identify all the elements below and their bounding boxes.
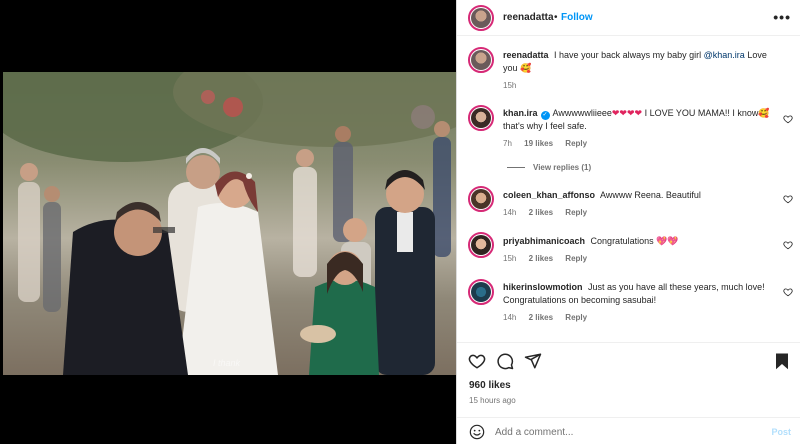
- comment-time[interactable]: 7h: [503, 139, 512, 148]
- caption-author-avatar[interactable]: [468, 47, 494, 73]
- comment-icon[interactable]: [496, 352, 514, 370]
- comment-text: hikerinslowmotion Just as you have all t…: [503, 281, 779, 307]
- comment-text: coleen_khan_affonso Awwww Reena. Beautif…: [503, 189, 779, 202]
- post-timestamp[interactable]: 15 hours ago: [469, 396, 516, 405]
- verified-badge-icon: ✓: [540, 111, 550, 120]
- view-replies-label: View replies (1): [533, 163, 592, 172]
- comment-likes[interactable]: 19 likes: [524, 139, 553, 148]
- comment-username[interactable]: priyabhimanicoach: [503, 236, 585, 246]
- media-overlay-caption: I thank: [213, 358, 241, 368]
- bookmark-icon[interactable]: [773, 352, 791, 370]
- comment-body: Congratulations: [590, 236, 654, 246]
- post-media: I thank: [0, 0, 456, 444]
- more-options-icon[interactable]: •••: [773, 9, 791, 25]
- add-comment-bar: Post: [457, 417, 800, 444]
- commenter-avatar[interactable]: [468, 105, 494, 131]
- comment-meta: 7h 19 likes Reply: [503, 139, 597, 148]
- comment-hearts: ❤❤❤❤: [611, 108, 643, 118]
- comment-likes[interactable]: 2 likes: [529, 313, 553, 322]
- reply-button[interactable]: Reply: [565, 313, 587, 322]
- author-avatar[interactable]: [468, 5, 494, 31]
- post-actions: 960 likes 15 hours ago: [457, 342, 800, 412]
- reply-button[interactable]: Reply: [565, 254, 587, 263]
- caption-username[interactable]: reenadatta: [503, 50, 549, 60]
- comment-like-icon[interactable]: [783, 287, 793, 297]
- caption-meta: 15h: [503, 81, 526, 90]
- share-icon[interactable]: [524, 352, 542, 370]
- caption-body: I have your back always my baby girl: [554, 50, 702, 60]
- comment-like-icon[interactable]: [783, 240, 793, 250]
- post-photo[interactable]: I thank: [3, 72, 456, 375]
- comment-time[interactable]: 14h: [503, 313, 516, 322]
- reply-button[interactable]: Reply: [565, 208, 587, 217]
- comment-body: Awwww Reena. Beautiful: [600, 190, 701, 200]
- comment-likes[interactable]: 2 likes: [529, 208, 553, 217]
- comment-like-icon[interactable]: [783, 114, 793, 124]
- comment-text: khan.ira ✓ Awwwwwliieee❤❤❤❤ I LOVE YOU MAM…: [503, 107, 779, 133]
- comment-hearts: 💖💖: [656, 236, 679, 246]
- reply-button[interactable]: Reply: [565, 139, 587, 148]
- comment-text: priyabhimanicoach Congratulations 💖💖: [503, 235, 779, 248]
- likes-count[interactable]: 960 likes: [469, 380, 511, 391]
- comment-meta: 14h 2 likes Reply: [503, 208, 597, 217]
- post-header: reenadatta • Follow •••: [457, 0, 800, 36]
- comment-meta: 15h 2 likes Reply: [503, 254, 597, 263]
- heart-icon[interactable]: [468, 352, 486, 370]
- comment-likes[interactable]: 2 likes: [529, 254, 553, 263]
- post-side-panel: reenadatta • Follow ••• reenadatta I hav…: [456, 0, 800, 444]
- comment-meta: 14h 2 likes Reply: [503, 313, 597, 322]
- comment-body: Awwwwwliieee: [552, 108, 612, 118]
- comment-username[interactable]: hikerinslowmotion: [503, 282, 583, 292]
- comment-time[interactable]: 15h: [503, 254, 516, 263]
- view-replies-button[interactable]: View replies (1): [507, 163, 591, 172]
- comment-time[interactable]: 14h: [503, 208, 516, 217]
- caption-emoji: 🥰: [520, 63, 532, 73]
- commenter-avatar[interactable]: [468, 232, 494, 258]
- author-username[interactable]: reenadatta: [503, 12, 554, 23]
- header-separator: •: [554, 12, 558, 23]
- caption-text: reenadatta I have your back always my ba…: [503, 49, 779, 75]
- comment-like-icon[interactable]: [783, 194, 793, 204]
- smiley-icon[interactable]: [469, 424, 485, 440]
- view-replies-line: [507, 167, 525, 169]
- post-comment-button[interactable]: Post: [771, 427, 791, 437]
- comments-list[interactable]: reenadatta I have your back always my ba…: [457, 37, 800, 342]
- commenter-avatar[interactable]: [468, 279, 494, 305]
- comment-username[interactable]: coleen_khan_affonso: [503, 190, 595, 200]
- follow-button[interactable]: Follow: [561, 12, 593, 23]
- caption-time[interactable]: 15h: [503, 81, 516, 90]
- comment-username[interactable]: khan.ira: [503, 108, 538, 118]
- comment-input[interactable]: [495, 424, 745, 440]
- caption-mention[interactable]: @khan.ira: [704, 50, 745, 60]
- wedding-photo-illustration: [3, 72, 456, 375]
- commenter-avatar[interactable]: [468, 186, 494, 212]
